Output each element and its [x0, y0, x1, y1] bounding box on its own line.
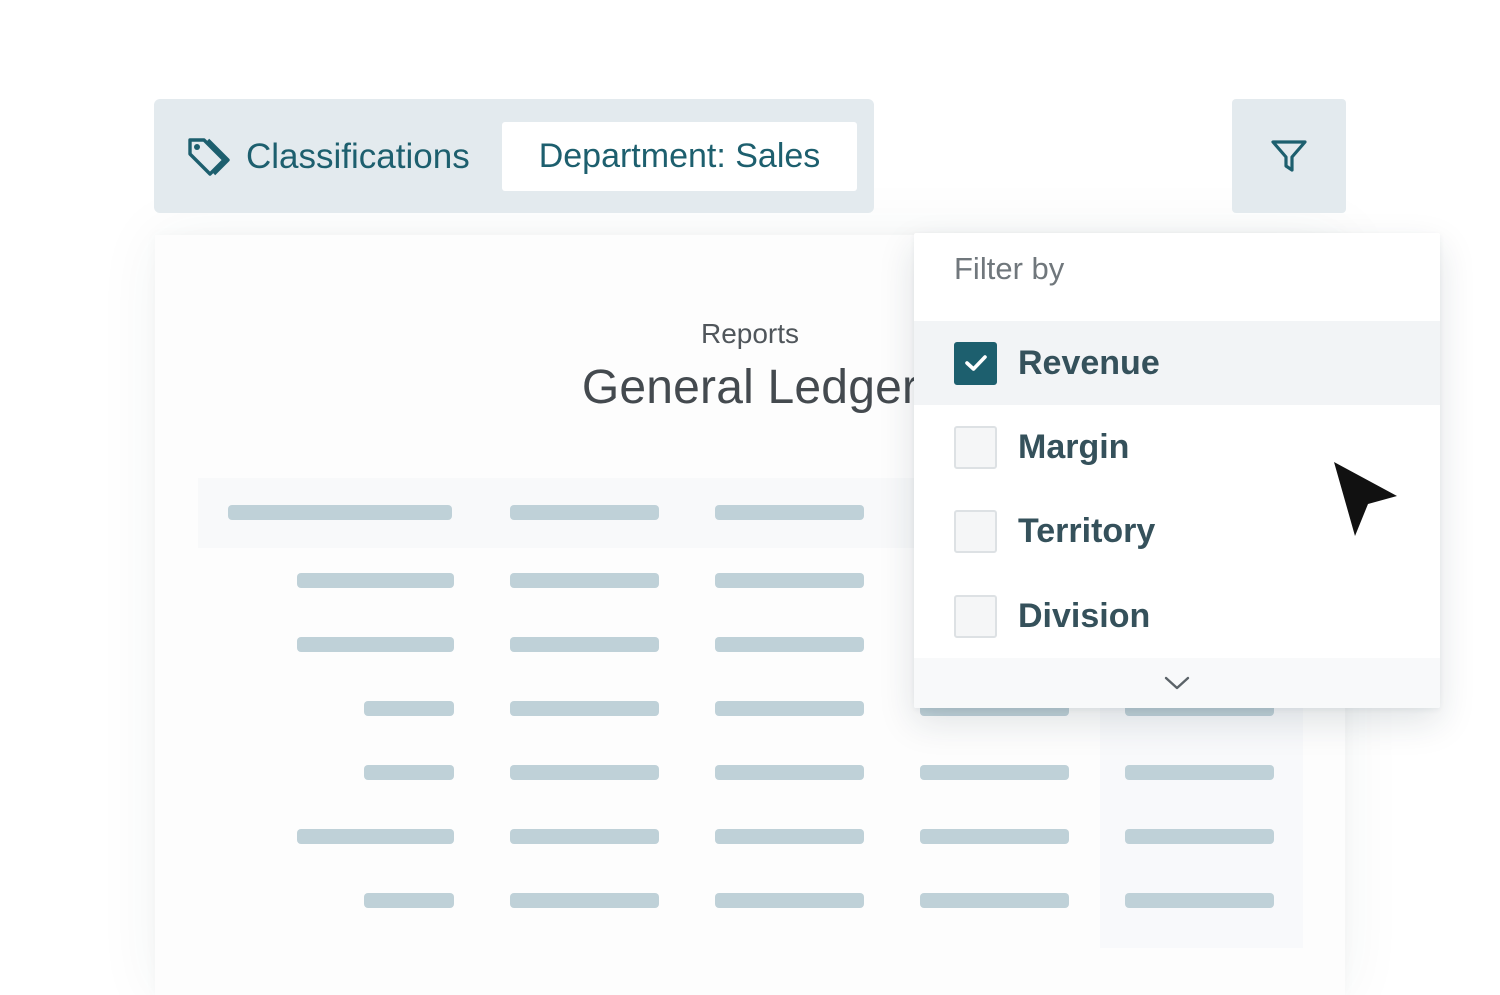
tag-icon — [182, 136, 230, 178]
placeholder-cell — [297, 573, 454, 588]
placeholder-cell — [297, 637, 454, 652]
placeholder-cell — [920, 829, 1069, 844]
checkbox[interactable] — [954, 425, 997, 469]
placeholder-cell — [715, 765, 864, 780]
department-filter-chip[interactable]: Department: Sales — [502, 122, 857, 191]
filter-option-label: Revenue — [1018, 343, 1160, 382]
placeholder-cell — [715, 637, 864, 652]
placeholder-cell — [510, 765, 659, 780]
filter-option-label: Territory — [1018, 511, 1156, 550]
placeholder-cell — [510, 701, 659, 716]
placeholder-cell — [510, 573, 659, 588]
checkbox[interactable] — [954, 594, 997, 638]
filter-option-label: Margin — [1018, 427, 1130, 466]
mouse-pointer-icon — [1334, 462, 1397, 536]
filter-option-revenue[interactable]: Revenue — [914, 321, 1440, 405]
placeholder-cell — [364, 765, 454, 780]
placeholder-cell — [715, 829, 864, 844]
filter-option-division[interactable]: Division — [914, 574, 1440, 658]
filter-button[interactable] — [1232, 99, 1346, 213]
placeholder-cell — [228, 505, 452, 520]
department-filter-chip-label: Department: Sales — [538, 137, 821, 175]
placeholder-cell — [510, 893, 659, 908]
placeholder-cell — [715, 505, 864, 520]
check-icon — [964, 355, 987, 371]
checkbox[interactable] — [954, 509, 997, 553]
funnel-icon — [1271, 140, 1307, 172]
placeholder-cell — [364, 701, 454, 716]
placeholder-cell — [715, 573, 864, 588]
chevron-down-icon — [1164, 676, 1190, 690]
placeholder-cell — [1125, 893, 1274, 908]
placeholder-cell — [715, 701, 864, 716]
placeholder-cell — [920, 893, 1069, 908]
filter-option-label: Division — [1018, 596, 1151, 635]
placeholder-cell — [1125, 765, 1274, 780]
placeholder-cell — [510, 829, 659, 844]
report-title: General Ledger — [581, 361, 919, 414]
placeholder-cell — [510, 505, 659, 520]
report-kicker: Reports — [700, 318, 800, 349]
placeholder-cell — [510, 637, 659, 652]
placeholder-cell — [1125, 829, 1274, 844]
placeholder-cell — [297, 829, 454, 844]
placeholder-cell — [920, 765, 1069, 780]
classifications-label[interactable]: Classifications — [246, 136, 470, 178]
filter-heading: Filter by — [954, 251, 1065, 286]
placeholder-cell — [364, 893, 454, 908]
checkbox-checked[interactable] — [954, 341, 997, 385]
placeholder-cell — [715, 893, 864, 908]
show-more-options[interactable] — [914, 658, 1440, 708]
